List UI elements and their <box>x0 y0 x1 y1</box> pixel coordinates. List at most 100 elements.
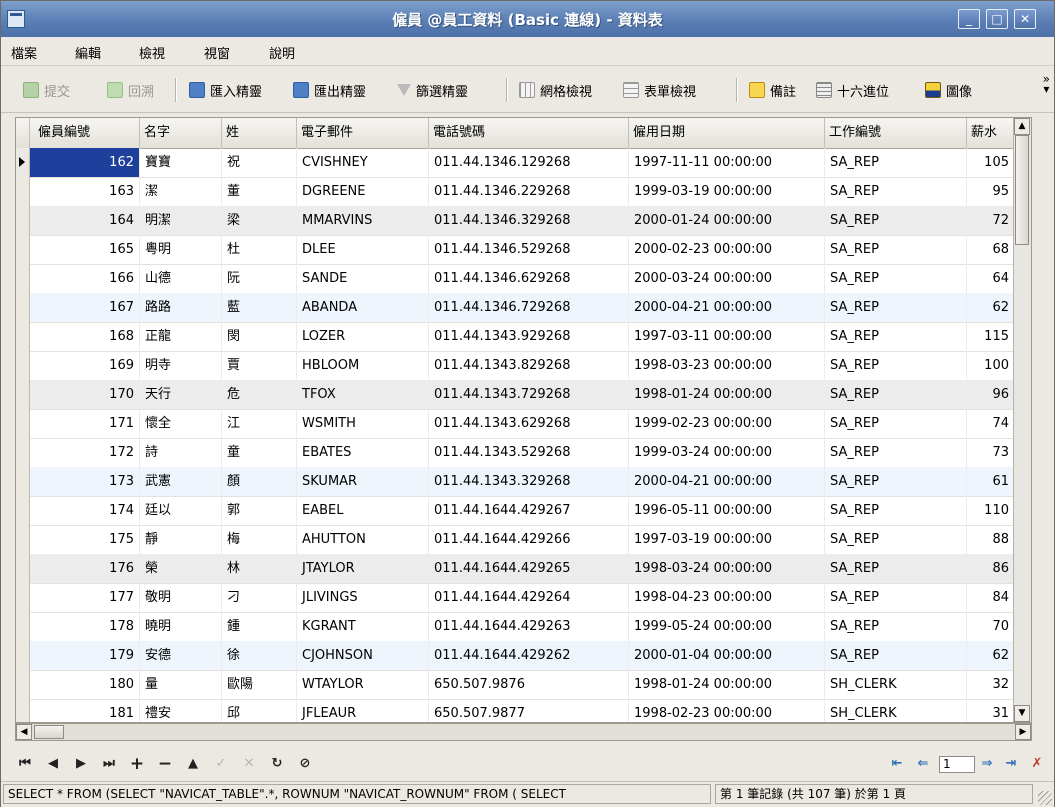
column-header[interactable]: 名字 <box>140 118 222 148</box>
column-header[interactable]: 電話號碼 <box>429 118 629 148</box>
table-cell[interactable]: 177 <box>30 583 140 612</box>
table-cell[interactable]: 1997-03-11 00:00:00 <box>629 322 825 351</box>
table-cell[interactable]: 武憲 <box>140 467 222 496</box>
cancel-x-icon[interactable]: ✕ <box>239 755 259 773</box>
row-header[interactable] <box>16 670 30 699</box>
table-cell[interactable]: 鍾 <box>222 612 297 641</box>
row-header[interactable] <box>16 583 30 612</box>
row-header[interactable] <box>16 641 30 670</box>
resize-grip-icon[interactable] <box>1038 791 1052 805</box>
table-cell[interactable]: AHUTTON <box>297 525 429 554</box>
table-cell[interactable]: 96 <box>967 380 1015 409</box>
table-cell[interactable]: 011.44.1644.429264 <box>429 583 629 612</box>
table-cell[interactable]: DGREENE <box>297 177 429 206</box>
table-cell[interactable]: 173 <box>30 467 140 496</box>
table-cell[interactable]: 敬明 <box>140 583 222 612</box>
table-cell[interactable]: 禮安 <box>140 699 222 722</box>
table-cell[interactable]: 176 <box>30 554 140 583</box>
table-cell[interactable]: 166 <box>30 264 140 293</box>
table-cell[interactable]: 105 <box>967 148 1015 177</box>
table-cell[interactable]: SA_REP <box>825 496 967 525</box>
table-row[interactable]: 177 敬明刁 JLIVINGS 011.44.1644.429264 1998-04-… <box>16 583 1031 613</box>
table-cell[interactable]: SA_REP <box>825 148 967 177</box>
table-cell[interactable]: 163 <box>30 177 140 206</box>
table-cell[interactable]: 86 <box>967 554 1015 583</box>
table-cell[interactable]: 32 <box>967 670 1015 699</box>
table-cell[interactable]: SA_REP <box>825 525 967 554</box>
table-cell[interactable]: 江 <box>222 409 297 438</box>
table-cell[interactable]: 廷以 <box>140 496 222 525</box>
table-cell[interactable]: SA_REP <box>825 612 967 641</box>
table-cell[interactable]: 011.44.1343.829268 <box>429 351 629 380</box>
stop-icon[interactable]: ⊘ <box>295 755 315 773</box>
rollback-button[interactable]: 回溯 <box>107 80 154 100</box>
prev-record-icon[interactable]: ◀ <box>43 755 63 773</box>
table-cell[interactable]: 天行 <box>140 380 222 409</box>
current-row-indicator-icon[interactable] <box>16 148 30 177</box>
table-cell[interactable]: 潔 <box>140 177 222 206</box>
first-page-icon[interactable]: ⇤ <box>887 755 907 773</box>
last-record-icon[interactable]: ⏭ <box>99 755 119 773</box>
grid-view-button[interactable]: 網格檢視 <box>519 80 592 100</box>
column-header[interactable]: 姓 <box>222 118 297 148</box>
table-cell[interactable]: SA_REP <box>825 641 967 670</box>
table-cell[interactable]: 011.44.1343.729268 <box>429 380 629 409</box>
table-cell[interactable]: 179 <box>30 641 140 670</box>
scroll-up-icon[interactable]: ▲ <box>1014 118 1030 135</box>
table-cell[interactable]: 梁 <box>222 206 297 235</box>
row-header[interactable] <box>16 380 30 409</box>
table-cell[interactable]: 梅 <box>222 525 297 554</box>
menu-edit[interactable]: 編輯 <box>75 43 101 62</box>
table-cell[interactable]: 1998-03-24 00:00:00 <box>629 554 825 583</box>
table-cell[interactable]: HBLOOM <box>297 351 429 380</box>
table-cell[interactable]: 閔 <box>222 322 297 351</box>
table-row[interactable]: 164 明潔梁 MMARVINS 011.44.1346.329268 2000-01-… <box>16 206 1031 236</box>
table-cell[interactable]: 011.44.1644.429262 <box>429 641 629 670</box>
vertical-scrollbar[interactable]: ▲ ▼ <box>1013 118 1031 722</box>
table-cell[interactable]: 藍 <box>222 293 297 322</box>
table-cell[interactable]: 100 <box>967 351 1015 380</box>
table-cell[interactable]: JLIVINGS <box>297 583 429 612</box>
table-row[interactable]: 175 靜梅 AHUTTON 011.44.1644.429266 1997-03-19… <box>16 525 1031 555</box>
table-row[interactable]: 181 禮安邱 JFLEAUR 650.507.9877 1998-02-23 00:0… <box>16 699 1031 722</box>
table-cell[interactable]: 171 <box>30 409 140 438</box>
table-cell[interactable]: 刁 <box>222 583 297 612</box>
scroll-left-icon[interactable]: ◀ <box>16 724 32 740</box>
title-bar[interactable]: 僱員 @員工資料 (Basic 連線) - 資料表 _ □ ✕ <box>1 1 1054 37</box>
table-cell[interactable]: SH_CLERK <box>825 670 967 699</box>
table-cell[interactable]: 174 <box>30 496 140 525</box>
table-cell[interactable]: 1997-11-11 00:00:00 <box>629 148 825 177</box>
table-cell[interactable]: 168 <box>30 322 140 351</box>
table-cell[interactable]: 172 <box>30 438 140 467</box>
table-cell[interactable]: 明潔 <box>140 206 222 235</box>
table-cell[interactable]: SKUMAR <box>297 467 429 496</box>
export-wizard-button[interactable]: 匯出精靈 <box>293 80 366 100</box>
settings-wrench-icon[interactable]: ✗ <box>1027 755 1047 773</box>
table-cell[interactable]: 1999-03-19 00:00:00 <box>629 177 825 206</box>
table-row[interactable]: 162 寶寶祝 CVISHNEY 011.44.1346.129268 1997-11-… <box>16 148 1031 178</box>
table-cell[interactable]: 安德 <box>140 641 222 670</box>
page-number-input[interactable]: 1 <box>939 756 975 773</box>
table-cell[interactable]: 危 <box>222 380 297 409</box>
table-cell[interactable]: 011.44.1644.429266 <box>429 525 629 554</box>
table-cell[interactable]: 靜 <box>140 525 222 554</box>
table-cell[interactable]: 011.44.1343.329268 <box>429 467 629 496</box>
table-cell[interactable]: 011.44.1346.629268 <box>429 264 629 293</box>
row-header[interactable] <box>16 409 30 438</box>
table-cell[interactable]: 011.44.1644.429263 <box>429 612 629 641</box>
toolbar-overflow-icon[interactable]: » ▾ <box>1043 73 1050 95</box>
row-header[interactable] <box>16 264 30 293</box>
table-cell[interactable]: 169 <box>30 351 140 380</box>
table-cell[interactable]: 2000-03-24 00:00:00 <box>629 264 825 293</box>
next-record-icon[interactable]: ▶ <box>71 755 91 773</box>
table-cell[interactable]: SA_REP <box>825 554 967 583</box>
table-cell[interactable]: 62 <box>967 641 1015 670</box>
row-header[interactable] <box>16 235 30 264</box>
form-view-button[interactable]: 表單檢視 <box>623 80 696 100</box>
table-row[interactable]: 165 粵明杜 DLEE 011.44.1346.529268 2000-02-23 0… <box>16 235 1031 265</box>
scroll-right-icon[interactable]: ▶ <box>1015 724 1031 740</box>
table-cell[interactable]: 2000-02-23 00:00:00 <box>629 235 825 264</box>
table-cell[interactable]: 88 <box>967 525 1015 554</box>
row-header[interactable] <box>16 496 30 525</box>
row-header[interactable] <box>16 525 30 554</box>
